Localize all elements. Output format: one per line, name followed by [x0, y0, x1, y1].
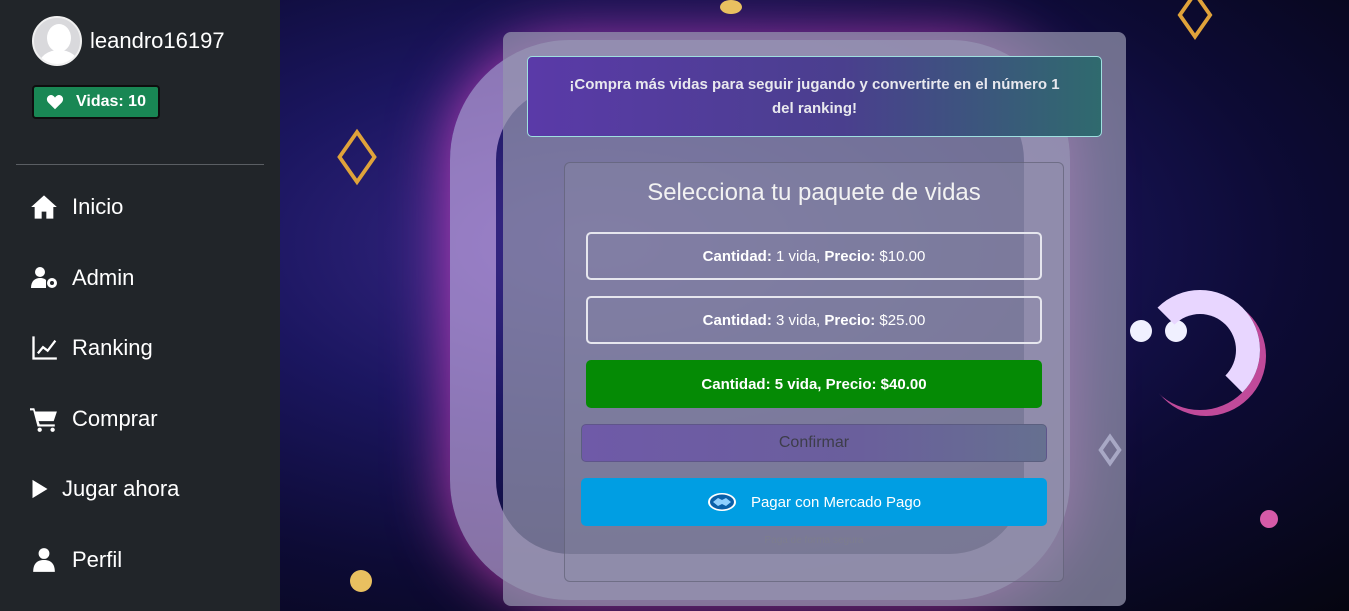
play-icon: [32, 479, 48, 499]
price-value: $25.00: [879, 311, 926, 329]
diamond-decoration: [1177, 0, 1213, 40]
package-option-3[interactable]: Cantidad: 3 vida, Precio: $25.00: [586, 296, 1042, 344]
qty-label: Cantidad:: [701, 375, 771, 393]
package-title: Selecciona tu paquete de vidas: [647, 179, 981, 206]
package-option-5[interactable]: Cantidad: 5 vida, Precio: $40.00: [586, 360, 1042, 408]
home-icon: [31, 195, 57, 219]
username: leandro16197: [90, 28, 225, 53]
user-info: leandro16197: [32, 16, 225, 66]
confirm-button[interactable]: Confirmar: [581, 424, 1047, 462]
nav-item-label: Admin: [72, 265, 135, 290]
lives-badge: Vidas: 10: [32, 85, 160, 119]
user-gear-icon: [31, 267, 57, 288]
price-label: Precio:: [825, 375, 877, 393]
nav-item-ranking[interactable]: Ranking: [30, 328, 153, 368]
promo-banner: ¡Compra más vidas para seguir jugando y …: [527, 56, 1102, 137]
dot-decoration: [1260, 510, 1278, 528]
diamond-decoration: [337, 128, 377, 186]
cart-icon: [30, 408, 57, 432]
nav-item-label: Perfil: [72, 547, 123, 572]
price-value: $40.00: [880, 375, 927, 393]
dot-decoration: [350, 570, 372, 592]
mercadopago-button[interactable]: Pagar con Mercado Pago: [581, 478, 1047, 526]
nav-item-admin[interactable]: Admin: [30, 258, 134, 298]
heart-icon: [46, 95, 64, 110]
dot-decoration: [720, 0, 742, 14]
nav-item-label: Comprar: [72, 406, 158, 431]
qty-label: Cantidad:: [702, 311, 772, 329]
chart-line-icon: [32, 336, 57, 360]
nav-item-label: Ranking: [72, 335, 153, 360]
package-option-1[interactable]: Cantidad: 1 vida, Precio: $10.00: [586, 232, 1042, 280]
user-icon: [33, 548, 55, 572]
price-label: Precio:: [824, 311, 876, 329]
qty-value: 3 vida,: [776, 311, 821, 329]
nav-item-label: Jugar ahora: [62, 476, 180, 501]
nav-item-jugar[interactable]: Jugar ahora: [30, 469, 179, 509]
sidebar: leandro16197 Vidas: 10 Inicio Admin Rank…: [0, 0, 280, 611]
question-mark-decoration: [1140, 290, 1260, 410]
mercadopago-label: Pagar con Mercado Pago: [750, 493, 922, 511]
nav-item-inicio[interactable]: Inicio: [30, 187, 123, 227]
nav-item-perfil[interactable]: Perfil: [30, 540, 122, 580]
price-value: $10.00: [879, 247, 926, 265]
purchase-panel: ¡Compra más vidas para seguir jugando y …: [503, 32, 1126, 606]
package-card: Selecciona tu paquete de vidas Cantidad:…: [564, 162, 1064, 582]
qty-label: Cantidad:: [702, 247, 772, 265]
qty-value: 5 vida,: [774, 375, 822, 393]
avatar[interactable]: [32, 16, 82, 66]
lives-count: Vidas: 10: [76, 93, 146, 110]
nav-item-comprar[interactable]: Comprar: [30, 399, 158, 439]
handshake-icon: [707, 493, 736, 511]
divider: [16, 164, 264, 165]
qty-value: 1 vida,: [776, 247, 821, 265]
price-label: Precio:: [824, 247, 876, 265]
nav-item-label: Inicio: [72, 194, 124, 219]
promo-text: ¡Compra más vidas para seguir jugando y …: [569, 75, 1060, 117]
secure-note: Paga de forma segura: [764, 535, 864, 546]
